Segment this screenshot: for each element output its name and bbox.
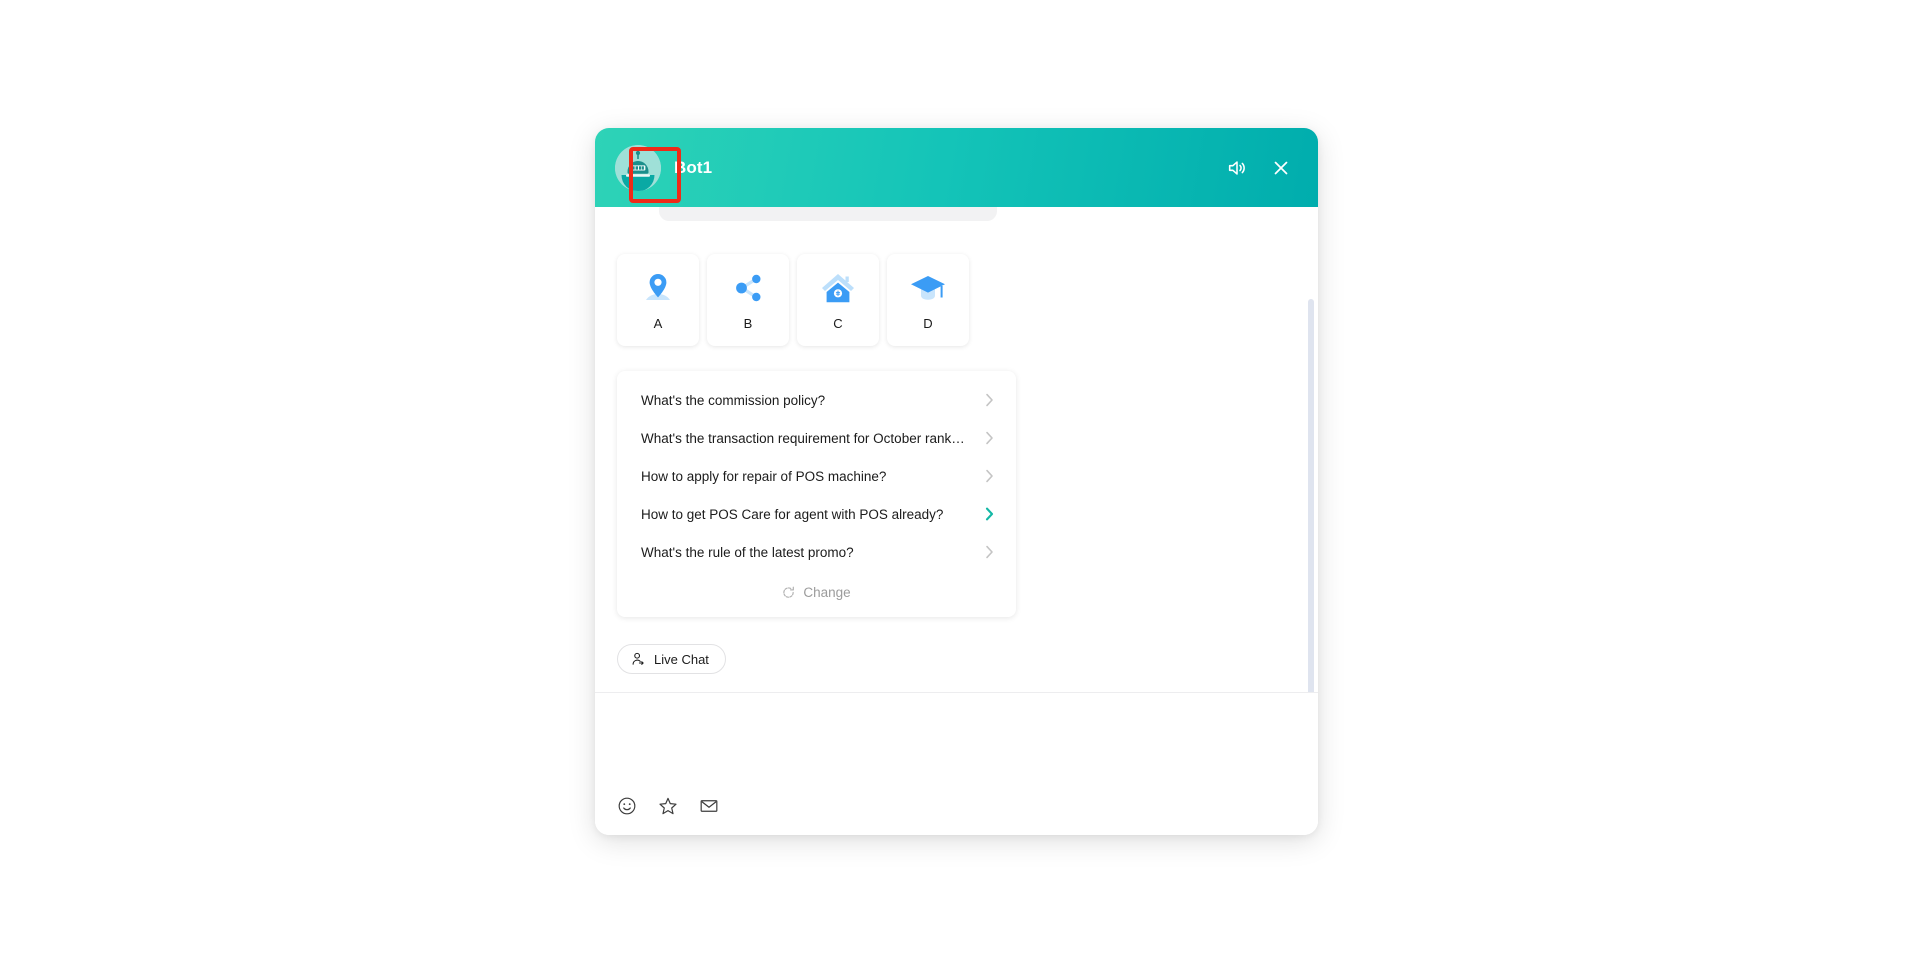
faq-item-label: What's the commission policy? — [641, 392, 826, 408]
house-money-icon — [822, 273, 854, 302]
avatar[interactable] — [615, 144, 681, 203]
envelope-icon[interactable] — [699, 796, 719, 816]
chevron-right-icon — [985, 507, 994, 521]
faq-change-button[interactable]: Change — [617, 575, 1016, 609]
category-label: D — [923, 315, 933, 331]
faq-item[interactable]: What's the transaction requirement for O… — [617, 419, 1016, 457]
smiley-icon[interactable] — [617, 796, 637, 816]
header-actions — [1226, 157, 1292, 179]
graduation-cap-icon — [911, 275, 945, 300]
faq-item-label: How to get POS Care for agent with POS a… — [641, 506, 944, 522]
bot-title: Bot1 — [674, 157, 713, 177]
message-scroll-area: A B C D What's the commission policy? Wh… — [595, 207, 1318, 692]
category-card-d[interactable]: D — [887, 254, 969, 346]
faq-item[interactable]: What's the rule of the latest promo? — [617, 533, 1016, 571]
category-card-c[interactable]: C — [797, 254, 879, 346]
faq-card: What's the commission policy? What's the… — [617, 371, 1016, 617]
faq-item[interactable]: What's the commission policy? — [617, 381, 1016, 419]
chevron-right-icon — [986, 469, 993, 483]
chevron-right-icon — [986, 431, 993, 445]
faq-item-label: How to apply for repair of POS machine? — [641, 468, 887, 484]
page-root: Bot1 A B C D What's the commission polic… — [0, 0, 1907, 955]
category-card-a[interactable]: A — [617, 254, 699, 346]
category-label: A — [653, 315, 663, 331]
location-pin-icon — [646, 273, 670, 300]
message-composer — [595, 692, 1318, 835]
chevron-right-icon — [986, 545, 993, 559]
faq-item[interactable]: How to get POS Care for agent with POS a… — [617, 495, 1016, 533]
close-icon[interactable] — [1270, 157, 1292, 179]
message-input[interactable] — [595, 693, 1318, 781]
category-label: C — [833, 315, 843, 331]
faq-item[interactable]: How to apply for repair of POS machine? — [617, 457, 1016, 495]
star-icon[interactable] — [658, 796, 678, 816]
live-chat-row: Live Chat — [617, 644, 1296, 674]
faq-change-label: Change — [803, 584, 851, 600]
chat-widget: Bot1 A B C D What's the commission polic… — [595, 128, 1318, 835]
robot-avatar-icon — [615, 144, 661, 191]
widget-header: Bot1 — [595, 128, 1318, 207]
speaker-icon[interactable] — [1226, 157, 1248, 179]
person-switch-icon — [632, 652, 644, 665]
live-chat-label: Live Chat — [654, 651, 709, 667]
category-card-row: A B C D — [617, 254, 1296, 346]
live-chat-button[interactable]: Live Chat — [617, 644, 726, 674]
widget-body: A B C D What's the commission policy? Wh… — [595, 207, 1318, 835]
chevron-right-icon — [986, 393, 993, 407]
faq-item-label: What's the rule of the latest promo? — [641, 544, 854, 560]
category-label: B — [743, 315, 753, 331]
composer-toolbar — [595, 786, 1318, 826]
category-card-b[interactable]: B — [707, 254, 789, 346]
faq-item-label: What's the transaction requirement for O… — [641, 430, 965, 446]
clipped-message-bubble — [659, 207, 997, 221]
scrollbar-thumb[interactable] — [1308, 299, 1314, 699]
share-nodes-icon — [736, 274, 761, 301]
refresh-icon — [783, 586, 795, 598]
